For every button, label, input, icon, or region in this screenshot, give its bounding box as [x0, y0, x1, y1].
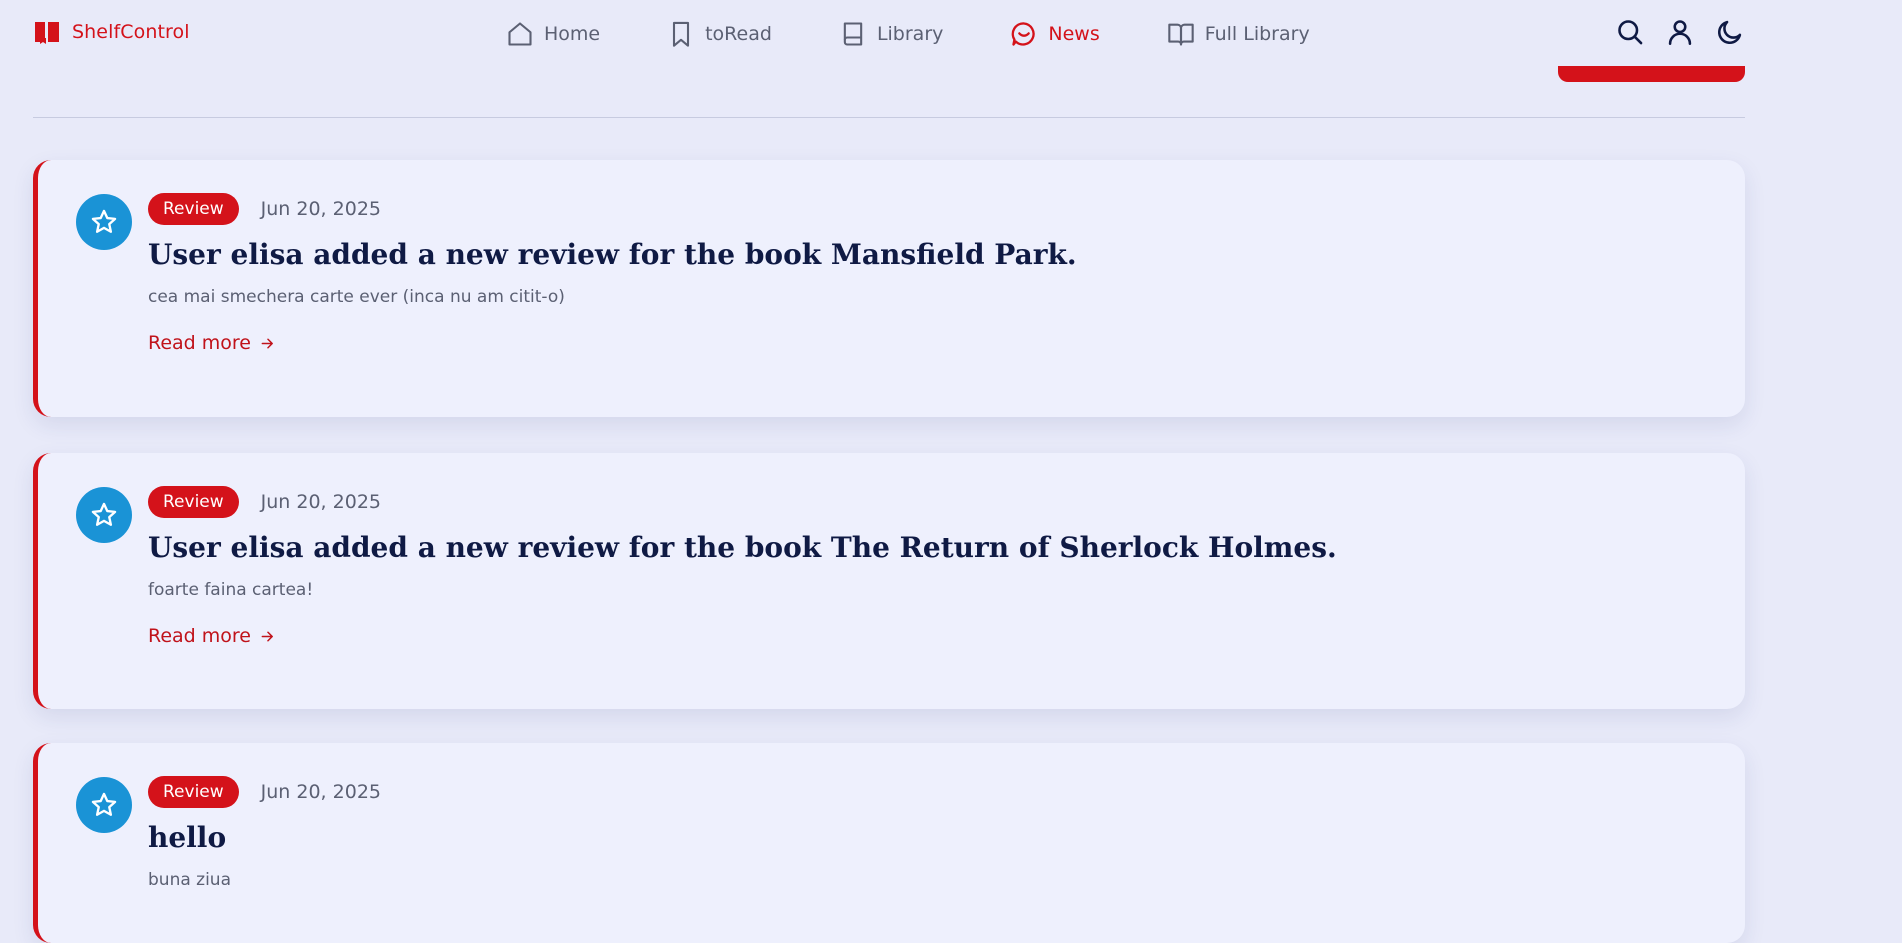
nav-label: toRead	[705, 23, 772, 45]
read-more-link[interactable]: Read more	[148, 624, 275, 648]
message-icon	[1012, 22, 1036, 46]
read-more-label: Read more	[148, 625, 251, 647]
category-badge: Review	[148, 776, 239, 808]
card-title: User elisa added a new review for the bo…	[148, 238, 1077, 271]
nav-label: Home	[544, 23, 601, 45]
card-title: User elisa added a new review for the bo…	[148, 531, 1337, 564]
home-icon	[508, 22, 532, 46]
star-icon	[91, 209, 117, 233]
card-meta: Review Jun 20, 2025	[148, 486, 1715, 518]
card-meta: Review Jun 20, 2025	[148, 776, 1715, 808]
search-icon	[1618, 20, 1643, 45]
main-nav: Home toRead Library News Full Library	[506, 16, 1310, 52]
nav-item-home[interactable]: Home	[506, 16, 600, 52]
divider	[33, 117, 1745, 118]
theme-toggle-button[interactable]	[1714, 16, 1746, 48]
category-badge: Review	[148, 486, 239, 518]
card-excerpt: foarte faina cartea!	[148, 580, 314, 600]
read-more-label: Read more	[148, 332, 251, 354]
card-body: Review Jun 20, 2025 hello buna ziua	[148, 776, 1715, 892]
card-date: Jun 20, 2025	[260, 781, 381, 803]
star-icon	[91, 792, 117, 816]
news-card: Review Jun 20, 2025 User elisa added a n…	[33, 453, 1745, 709]
bookmark-icon	[673, 21, 690, 47]
book-title[interactable]: Mansfield Park	[831, 238, 1067, 271]
user-icon	[1668, 20, 1692, 45]
card-body: Review Jun 20, 2025 User elisa added a n…	[148, 193, 1715, 355]
news-card: Review Jun 20, 2025 hello buna ziua	[33, 743, 1745, 943]
top-navbar: ShelfControl Home toRead Library News Fu…	[0, 0, 1902, 66]
star-icon	[91, 502, 117, 526]
search-button[interactable]	[1614, 16, 1646, 48]
card-date: Jun 20, 2025	[260, 491, 381, 513]
moon-icon	[1718, 20, 1742, 44]
header-actions	[1614, 16, 1746, 48]
card-icon-circle	[76, 194, 132, 250]
nav-item-news[interactable]: News	[1010, 16, 1100, 52]
nav-label: Full Library	[1204, 23, 1310, 45]
card-meta: Review Jun 20, 2025	[148, 193, 1715, 225]
nav-item-full-library[interactable]: Full Library	[1167, 16, 1310, 52]
brand[interactable]: ShelfControl	[34, 20, 190, 44]
book-open-icon	[1168, 23, 1194, 46]
arrow-right-icon	[261, 338, 273, 348]
news-card: Review Jun 20, 2025 User elisa added a n…	[33, 160, 1745, 417]
card-body: Review Jun 20, 2025 User elisa added a n…	[148, 486, 1715, 648]
card-excerpt: cea mai smechera carte ever (inca nu am …	[148, 287, 565, 307]
book-open-icon	[35, 22, 59, 44]
nav-label: Library	[876, 23, 944, 45]
nav-item-library[interactable]: Library	[839, 16, 943, 52]
book-icon	[843, 22, 863, 46]
header-button-edge[interactable]	[1558, 66, 1745, 82]
card-excerpt: buna ziua	[148, 870, 231, 890]
brand-name: ShelfControl	[72, 21, 190, 43]
card-icon-circle	[76, 777, 132, 833]
profile-button[interactable]	[1664, 16, 1696, 48]
arrow-right-icon	[261, 631, 273, 641]
user-name[interactable]: elisa	[231, 531, 304, 564]
book-title[interactable]: The Return of Sherlock Holmes	[831, 531, 1327, 564]
nav-item-toread[interactable]: toRead	[667, 16, 772, 52]
category-badge: Review	[148, 193, 239, 225]
read-more-link[interactable]: Read more	[148, 331, 275, 355]
card-title: hello	[148, 821, 227, 854]
user-name[interactable]: elisa	[231, 238, 304, 271]
nav-label: News	[1048, 23, 1100, 45]
card-date: Jun 20, 2025	[260, 198, 381, 220]
card-icon-circle	[76, 487, 132, 543]
